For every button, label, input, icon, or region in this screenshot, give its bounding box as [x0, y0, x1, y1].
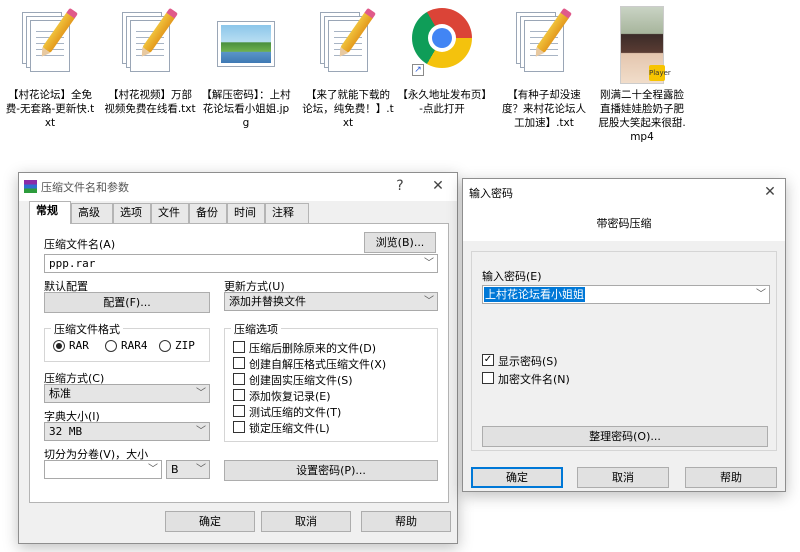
- shortcut-arrow-icon: ↗: [412, 64, 424, 76]
- archive-format-group: 压缩文件格式 RAR RAR4 ZIP: [44, 321, 210, 362]
- desktop-icon-label: 【永久地址发布页】-点此打开: [397, 89, 487, 115]
- option-recovery-label: 添加恢复记录(E): [249, 390, 331, 403]
- dict-size-select[interactable]: 32 MB ﹀: [44, 422, 210, 441]
- desktop-icon-label: 【解压密码】：上村花论坛看小姐姐.jpg: [201, 89, 291, 129]
- enter-password-label: 输入密码(E): [482, 270, 542, 283]
- option-delete-checkbox[interactable]: [233, 341, 245, 353]
- desktop-icon-label: 【村花视频】万部视频免费在线看.txt: [104, 89, 196, 115]
- option-test-label: 测试压缩的文件(T): [249, 406, 342, 419]
- help-icon[interactable]: ?: [389, 176, 411, 196]
- chevron-down-icon: ﹀: [196, 426, 206, 437]
- tab-general[interactable]: 常规: [29, 201, 71, 224]
- archive-dialog-title: 压缩文件名和参数: [41, 181, 129, 194]
- password-dialog-titlebar: 输入密码 ✕: [463, 179, 785, 205]
- help-button[interactable]: 帮助: [361, 511, 451, 532]
- option-delete-label: 压缩后删除原来的文件(D): [249, 342, 377, 355]
- chevron-down-icon: ﹀: [424, 258, 434, 269]
- encrypt-filenames-label: 加密文件名(N): [498, 373, 570, 386]
- tab-time[interactable]: 时间: [227, 203, 265, 223]
- archive-format-title: 压缩文件格式: [51, 321, 123, 337]
- browse-button[interactable]: 浏览(B)...: [364, 232, 436, 253]
- text-file-icon: [514, 6, 574, 84]
- profile-button[interactable]: 配置(F)...: [44, 292, 210, 313]
- archive-options-title: 压缩选项: [231, 321, 281, 337]
- format-zip-label: ZIP: [175, 339, 195, 352]
- desktop-icon-label: 【村花论坛】全免费-无套路-更新快.txt: [5, 89, 95, 129]
- chevron-down-icon: ﹀: [196, 464, 206, 475]
- general-tab-pane: 压缩文件名(A) 浏览(B)... ppp.rar ﹀ 默认配置 配置(F)...…: [29, 223, 449, 503]
- option-lock-checkbox[interactable]: [233, 421, 245, 433]
- option-sfx-checkbox[interactable]: [233, 357, 245, 369]
- format-rar-label: RAR: [69, 339, 89, 352]
- chrome-icon: ↗: [412, 6, 472, 84]
- chevron-down-icon: ﹀: [756, 289, 766, 300]
- desktop-icon-label: 【来了就能下载的论坛，纯免费！】.txt: [302, 89, 394, 129]
- chevron-down-icon: ﹀: [148, 464, 158, 475]
- chevron-down-icon: ﹀: [424, 296, 434, 307]
- show-password-checkbox[interactable]: ✓: [482, 354, 494, 366]
- text-file-icon: [20, 6, 80, 84]
- split-size-input[interactable]: ﹀: [44, 460, 162, 479]
- method-select[interactable]: 标准 ﹀: [44, 384, 210, 403]
- update-mode-select[interactable]: 添加并替换文件 ﹀: [224, 292, 438, 311]
- desktop-icon-4[interactable]: 【来了就能下载的论坛，纯免费！】.txt: [302, 6, 394, 130]
- password-dialog-title: 输入密码: [469, 187, 513, 200]
- password-input[interactable]: 上村花论坛看小姐姐 ﹀: [482, 285, 770, 304]
- archive-dialog-titlebar: 压缩文件名和参数 ? ✕: [19, 173, 457, 201]
- cancel-button[interactable]: 取消: [261, 511, 351, 532]
- text-file-icon: [318, 6, 378, 84]
- desktop-icon-3[interactable]: 【解压密码】：上村花论坛看小姐姐.jpg: [200, 6, 292, 130]
- option-test-checkbox[interactable]: [233, 405, 245, 417]
- show-password-label: 显示密码(S): [498, 355, 558, 368]
- close-icon[interactable]: ✕: [759, 182, 781, 202]
- tab-files[interactable]: 文件: [151, 203, 189, 223]
- option-lock-label: 锁定压缩文件(L): [249, 422, 330, 435]
- tab-backup[interactable]: 备份: [189, 203, 227, 223]
- tab-advanced[interactable]: 高级: [71, 203, 113, 223]
- format-zip-radio[interactable]: [159, 340, 171, 352]
- split-unit-select[interactable]: B ﹀: [166, 460, 210, 479]
- format-rar-radio[interactable]: [53, 340, 65, 352]
- option-solid-label: 创建固实压缩文件(S): [249, 374, 353, 387]
- desktop-icon-label: 刚满二十全程露脸直播娃娃脸奶子肥屁股大笑起来很甜.mp4: [598, 89, 686, 143]
- password-cancel-button[interactable]: 取消: [577, 467, 669, 488]
- set-password-button[interactable]: 设置密码(P)...: [224, 460, 438, 481]
- desktop-icon-6[interactable]: 【有种子却没速度？来村花论坛人工加速】.txt: [498, 6, 590, 130]
- password-ok-button[interactable]: 确定: [471, 467, 563, 488]
- encrypt-filenames-checkbox[interactable]: [482, 372, 494, 384]
- password-dialog: 输入密码 ✕ 带密码压缩 输入密码(E) 上村花论坛看小姐姐 ﹀ ✓ 显示密码(S…: [462, 178, 786, 492]
- option-sfx-label: 创建自解压格式压缩文件(X): [249, 358, 387, 371]
- player-badge: Player: [649, 65, 671, 81]
- tab-comment[interactable]: 注释: [265, 203, 309, 223]
- archive-name-label: 压缩文件名(A): [44, 238, 116, 251]
- password-subtitle: 带密码压缩: [596, 217, 652, 230]
- video-file-icon: Player: [612, 6, 672, 84]
- desktop-icon-5[interactable]: ↗ 【永久地址发布页】-点此打开: [396, 6, 488, 116]
- ok-button[interactable]: 确定: [165, 511, 255, 532]
- format-rar4-radio[interactable]: [105, 340, 117, 352]
- chevron-down-icon: ﹀: [196, 388, 206, 399]
- text-file-icon: [120, 6, 180, 84]
- desktop-icon-label: 【有种子却没速度？来村花论坛人工加速】.txt: [502, 89, 586, 129]
- image-file-icon: [216, 6, 276, 84]
- tab-options[interactable]: 选项: [113, 203, 151, 223]
- option-recovery-checkbox[interactable]: [233, 389, 245, 401]
- winrar-icon: [24, 180, 37, 193]
- desktop-icon-2[interactable]: 【村花视频】万部视频免费在线看.txt: [104, 6, 196, 116]
- password-panel: 输入密码(E) 上村花论坛看小姐姐 ﹀ ✓ 显示密码(S) 加密文件名(N) 整理…: [471, 251, 777, 451]
- password-help-button[interactable]: 帮助: [685, 467, 777, 488]
- format-rar4-label: RAR4: [121, 339, 148, 352]
- desktop-icon-7[interactable]: Player 刚满二十全程露脸直播娃娃脸奶子肥屁股大笑起来很甜.mp4: [596, 6, 688, 144]
- desktop-icon-1[interactable]: 【村花论坛】全免费-无套路-更新快.txt: [4, 6, 96, 130]
- archive-options-group: 压缩选项 压缩后删除原来的文件(D) 创建自解压格式压缩文件(X) 创建固实压缩…: [224, 321, 438, 442]
- close-icon[interactable]: ✕: [427, 176, 449, 196]
- option-solid-checkbox[interactable]: [233, 373, 245, 385]
- archive-dialog: 压缩文件名和参数 ? ✕ 常规 高级 选项 文件 备份 时间 注释 压缩文件名(…: [18, 172, 458, 544]
- archive-name-input[interactable]: ppp.rar ﹀: [44, 254, 438, 273]
- password-header: 带密码压缩: [463, 205, 785, 241]
- organize-passwords-button[interactable]: 整理密码(O)...: [482, 426, 768, 447]
